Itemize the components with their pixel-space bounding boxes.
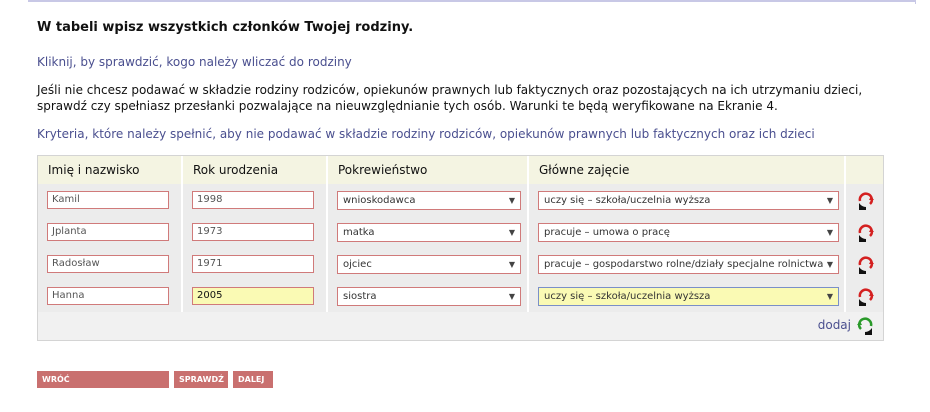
instruction-paragraph: Jeśli nie chcesz podawać w składzie rodz…	[37, 83, 863, 113]
relation-value: matka	[343, 227, 375, 238]
family-table: Imię i nazwisko Rok urodzenia Pokrewieńs…	[37, 155, 884, 341]
header-relation: Pokrewieństwo	[328, 156, 529, 184]
occupation-value: uczy się – szkoła/uczelnia wyższa	[544, 195, 711, 206]
name-input[interactable]: Jplanta	[47, 223, 169, 241]
dropdown-arrow-icon: ▼	[508, 292, 515, 301]
who-to-include-link[interactable]: Kliknij, by sprawdzić, kogo należy wlicz…	[37, 55, 352, 69]
relation-select[interactable]: ojciec ▼	[337, 255, 521, 274]
delete-row-icon[interactable]	[856, 223, 876, 243]
dropdown-arrow-icon: ▼	[826, 196, 833, 205]
add-row-link[interactable]: dodaj	[818, 318, 851, 332]
table-row: Jplanta 1973 matka ▼ pracuje – umowa o pr…	[38, 216, 883, 248]
relation-select[interactable]: wnioskodawca ▼	[337, 191, 521, 210]
dropdown-arrow-icon: ▼	[826, 228, 833, 237]
dropdown-arrow-icon: ▼	[826, 260, 833, 269]
table-footer: dodaj	[38, 312, 883, 340]
year-input[interactable]: 1973	[192, 223, 314, 241]
page-title: W tabeli wpisz wszystkich członków Twoje…	[37, 20, 414, 35]
dropdown-arrow-icon: ▼	[508, 196, 515, 205]
occupation-value: pracuje – gospodarstwo rolne/działy spec…	[544, 259, 824, 270]
delete-row-icon[interactable]	[856, 255, 876, 275]
name-input[interactable]: Radosław	[47, 255, 169, 273]
table-row: Radosław 1971 ojciec ▼ pracuje – gospodar…	[38, 248, 883, 280]
occupation-value: uczy się – szkoła/uczelnia wyższa	[544, 291, 711, 302]
name-input[interactable]: Hanna	[47, 287, 169, 305]
relation-value: ojciec	[343, 259, 372, 270]
top-border	[28, 0, 916, 4]
delete-row-icon[interactable]	[856, 191, 876, 211]
year-input[interactable]: 1971	[192, 255, 314, 273]
criteria-link[interactable]: Kryteria, które należy spełnić, aby nie …	[37, 127, 815, 141]
back-button[interactable]: WRÓĆ	[37, 371, 169, 388]
header-occupation: Główne zajęcie	[529, 156, 846, 184]
add-row-icon[interactable]	[855, 316, 875, 336]
year-input[interactable]: 2005	[192, 287, 314, 305]
dropdown-arrow-icon: ▼	[826, 292, 833, 301]
table-row: Kamil 1998 wnioskodawca ▼ uczy się – szko…	[38, 184, 883, 216]
relation-value: siostra	[343, 291, 377, 302]
table-header: Imię i nazwisko Rok urodzenia Pokrewieńs…	[38, 156, 883, 184]
header-name: Imię i nazwisko	[38, 156, 183, 184]
name-input[interactable]: Kamil	[47, 191, 169, 209]
dropdown-arrow-icon: ▼	[508, 228, 515, 237]
table-row: Hanna 2005 siostra ▼ uczy się – szkoła/uc…	[38, 280, 883, 312]
header-year: Rok urodzenia	[183, 156, 328, 184]
occupation-value: pracuje – umowa o pracę	[544, 227, 670, 238]
relation-select[interactable]: matka ▼	[337, 223, 521, 242]
delete-row-icon[interactable]	[856, 287, 876, 307]
dropdown-arrow-icon: ▼	[508, 260, 515, 269]
check-button[interactable]: SPRAWDŹ	[174, 371, 228, 388]
year-input[interactable]: 1998	[192, 191, 314, 209]
next-button[interactable]: DALEJ	[233, 371, 273, 388]
occupation-select[interactable]: uczy się – szkoła/uczelnia wyższa ▼	[538, 287, 839, 306]
header-actions	[846, 156, 883, 184]
occupation-select[interactable]: pracuje – gospodarstwo rolne/działy spec…	[538, 255, 839, 274]
occupation-select[interactable]: pracuje – umowa o pracę ▼	[538, 223, 839, 242]
relation-select[interactable]: siostra ▼	[337, 287, 521, 306]
occupation-select[interactable]: uczy się – szkoła/uczelnia wyższa ▼	[538, 191, 839, 210]
relation-value: wnioskodawca	[343, 195, 416, 206]
